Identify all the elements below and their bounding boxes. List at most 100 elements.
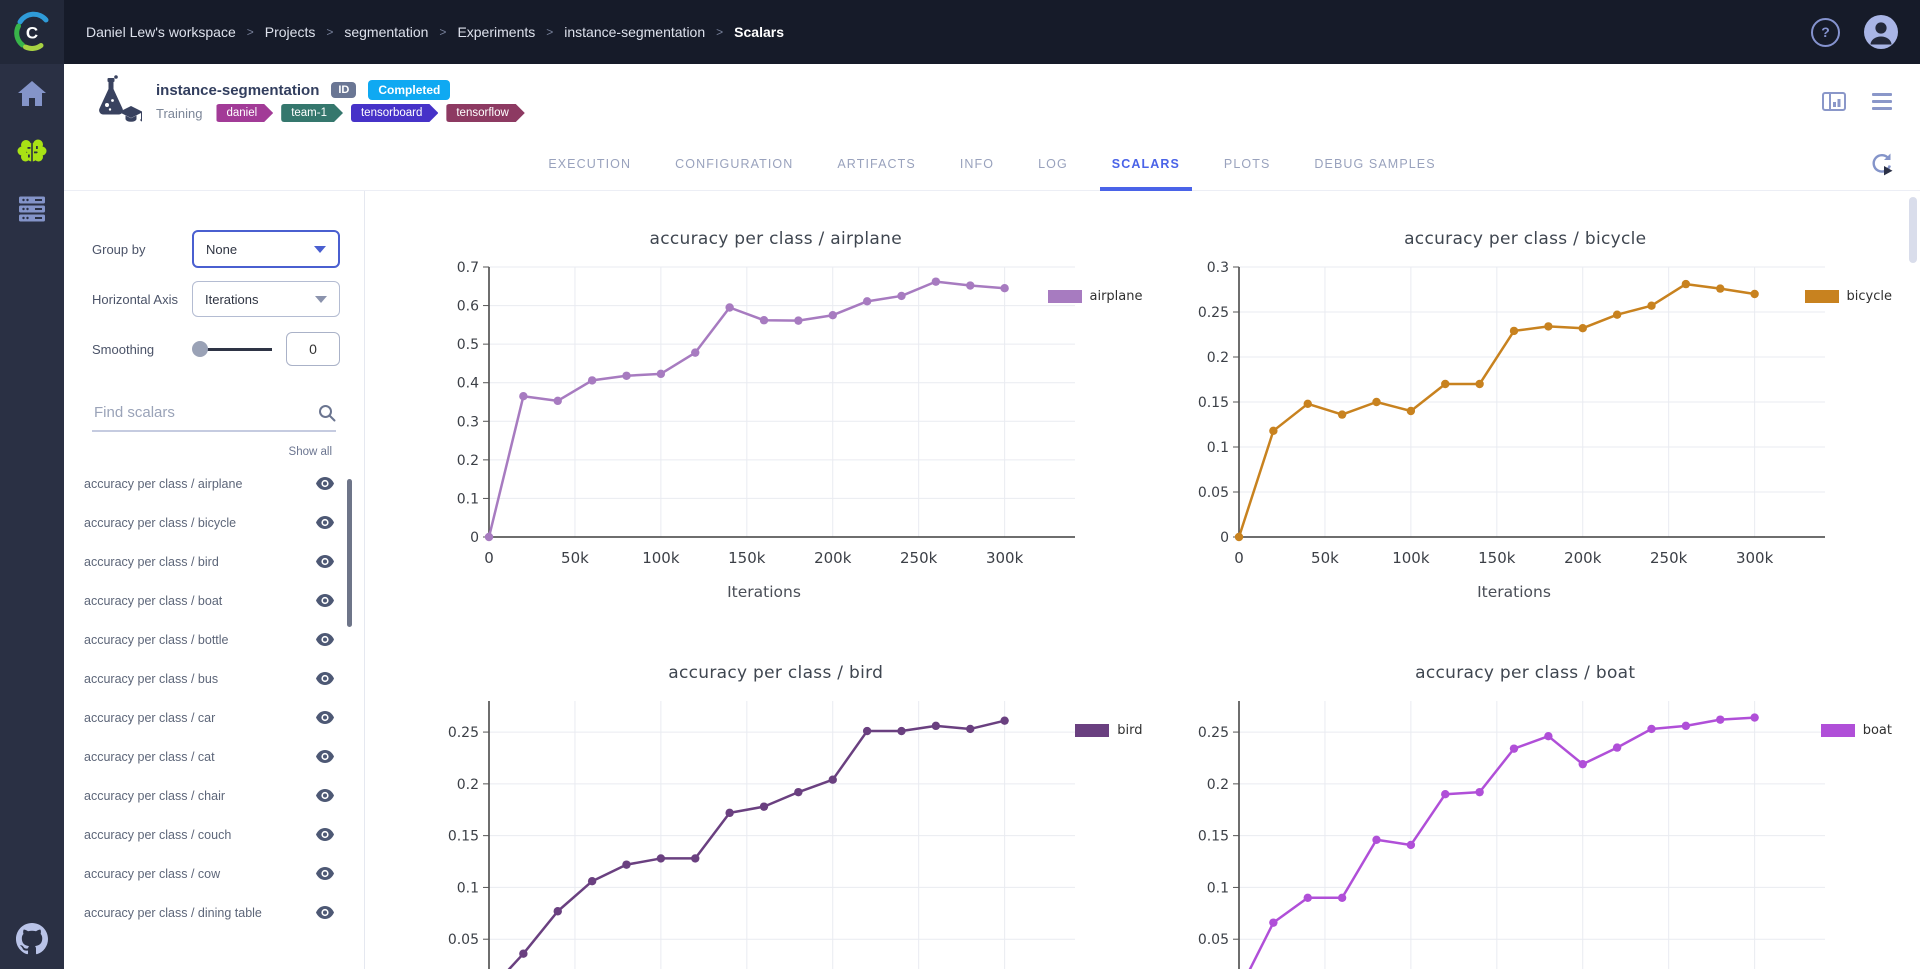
tag-tensorflow[interactable]: tensorflow xyxy=(446,104,524,122)
projects-brain-icon[interactable] xyxy=(17,137,47,166)
eye-icon[interactable] xyxy=(316,906,334,919)
tab-execution[interactable]: EXECUTION xyxy=(526,138,653,190)
brain-glyph xyxy=(17,137,47,166)
tab-log[interactable]: LOG xyxy=(1016,138,1090,190)
scalar-row-accuracy-per-class-car[interactable]: accuracy per class / car xyxy=(64,698,364,737)
eye-icon[interactable] xyxy=(316,828,334,841)
app-root: C Daniel Lew's workspace > Projects > segmen… xyxy=(0,0,1920,969)
svg-text:C: C xyxy=(26,24,38,43)
workers-queues-icon[interactable] xyxy=(18,196,46,222)
github-icon[interactable] xyxy=(16,923,48,955)
scalar-row-accuracy-per-class-dining-table[interactable]: accuracy per class / dining table xyxy=(64,893,364,932)
svg-text:0: 0 xyxy=(1234,549,1244,567)
eye-icon[interactable] xyxy=(316,555,334,568)
chart-canvas-bird[interactable]: 00.050.10.150.20.25050k100k150k200k250k3… xyxy=(427,687,1087,969)
scalar-row-accuracy-per-class-airplane[interactable]: accuracy per class / airplane xyxy=(64,464,364,503)
caret-down-icon xyxy=(315,296,327,303)
experiment-header: instance-segmentation ID Completed Train… xyxy=(64,64,1920,138)
svg-text:0.15: 0.15 xyxy=(448,829,479,845)
legend-airplane[interactable]: airplane xyxy=(1048,289,1143,304)
list-scrollbar[interactable] xyxy=(347,479,352,627)
table-view-icon[interactable] xyxy=(1822,92,1846,111)
show-all-link[interactable]: Show all xyxy=(64,446,332,458)
breadcrumb-item-daniel-lew-s-workspace[interactable]: Daniel Lew's workspace xyxy=(86,24,236,40)
smoothing-slider[interactable] xyxy=(192,341,272,357)
eye-icon[interactable] xyxy=(316,711,334,724)
group-by-select[interactable]: None xyxy=(192,230,340,268)
tab-scalars[interactable]: SCALARS xyxy=(1090,138,1202,190)
smoothing-input[interactable] xyxy=(286,332,340,366)
scalar-row-accuracy-per-class-bird[interactable]: accuracy per class / bird xyxy=(64,542,364,581)
scalar-label: accuracy per class / dining table xyxy=(84,906,262,920)
avatar[interactable] xyxy=(1864,15,1898,49)
scalar-label: accuracy per class / boat xyxy=(84,594,222,608)
breadcrumb-item-projects[interactable]: Projects xyxy=(265,24,316,40)
slider-knob[interactable] xyxy=(192,341,208,357)
svg-text:0.2: 0.2 xyxy=(1206,777,1228,793)
svg-text:250k: 250k xyxy=(900,549,938,567)
search-input[interactable] xyxy=(92,403,318,422)
scalar-label: accuracy per class / bottle xyxy=(84,633,229,647)
scalar-chart-bicycle: accuracy per class / bicycle00.050.10.15… xyxy=(1151,201,1901,605)
breadcrumb-item-experiments[interactable]: Experiments xyxy=(457,24,535,40)
scalar-row-accuracy-per-class-cow[interactable]: accuracy per class / cow xyxy=(64,854,364,893)
tag-team-1[interactable]: team-1 xyxy=(281,104,343,122)
svg-text:0.25: 0.25 xyxy=(1197,305,1228,321)
svg-text:0.1: 0.1 xyxy=(1206,440,1228,456)
breadcrumb-item-segmentation[interactable]: segmentation xyxy=(344,24,428,40)
tab-info[interactable]: INFO xyxy=(938,138,1016,190)
tag-daniel[interactable]: daniel xyxy=(216,104,273,122)
scalar-row-accuracy-per-class-boat[interactable]: accuracy per class / boat xyxy=(64,581,364,620)
breadcrumb-item-instance-segmentation[interactable]: instance-segmentation xyxy=(564,24,705,40)
tab-configuration[interactable]: CONFIGURATION xyxy=(653,138,815,190)
eye-icon[interactable] xyxy=(316,672,334,685)
chart-canvas-boat[interactable]: 00.050.10.150.20.25050k100k150k200k250k3… xyxy=(1177,687,1837,969)
scalar-row-accuracy-per-class-couch[interactable]: accuracy per class / couch xyxy=(64,815,364,854)
chart-canvas-airplane[interactable]: 00.10.20.30.40.50.60.7050k100k150k200k25… xyxy=(427,253,1087,605)
github-glyph xyxy=(16,923,48,955)
scalar-row-accuracy-per-class-chair[interactable]: accuracy per class / chair xyxy=(64,776,364,815)
eye-icon[interactable] xyxy=(316,516,334,529)
menu-icon[interactable] xyxy=(1872,93,1892,110)
chart-canvas-bicycle[interactable]: 00.050.10.150.20.250.3050k100k150k200k25… xyxy=(1177,253,1837,605)
search-icon[interactable] xyxy=(318,404,336,422)
scalar-label: accuracy per class / cat xyxy=(84,750,215,764)
tab-debug-samples[interactable]: DEBUG SAMPLES xyxy=(1292,138,1457,190)
eye-icon[interactable] xyxy=(316,750,334,763)
page-scrollbar[interactable] xyxy=(1909,197,1917,263)
eye-icon[interactable] xyxy=(316,633,334,646)
legend-boat[interactable]: boat xyxy=(1821,723,1892,738)
help-icon[interactable]: ? xyxy=(1811,18,1840,47)
tab-plots[interactable]: PLOTS xyxy=(1202,138,1293,190)
refresh-icon[interactable] xyxy=(1869,152,1894,181)
breadcrumb-separator: > xyxy=(326,25,333,39)
eye-icon[interactable] xyxy=(316,867,334,880)
scalar-label: accuracy per class / car xyxy=(84,711,215,725)
scalar-row-accuracy-per-class-bicycle[interactable]: accuracy per class / bicycle xyxy=(64,503,364,542)
breadcrumb-item-scalars: Scalars xyxy=(734,24,784,40)
group-by-value: None xyxy=(206,242,237,257)
tab-artifacts[interactable]: ARTIFACTS xyxy=(815,138,937,190)
svg-text:0.3: 0.3 xyxy=(457,414,479,430)
scalar-label: accuracy per class / bicycle xyxy=(84,516,236,530)
scalar-row-accuracy-per-class-bus[interactable]: accuracy per class / bus xyxy=(64,659,364,698)
svg-text:0: 0 xyxy=(484,549,494,567)
eye-icon[interactable] xyxy=(316,789,334,802)
svg-text:0.2: 0.2 xyxy=(1206,350,1228,366)
scalar-row-accuracy-per-class-cat[interactable]: accuracy per class / cat xyxy=(64,737,364,776)
home-icon[interactable] xyxy=(17,80,47,107)
scalar-chart-airplane: accuracy per class / airplane00.10.20.30… xyxy=(401,201,1151,605)
eye-icon[interactable] xyxy=(316,477,334,490)
tag-tensorboard[interactable]: tensorboard xyxy=(351,104,438,122)
clearml-logo[interactable]: C xyxy=(0,0,64,64)
horizontal-axis-select[interactable]: Iterations xyxy=(192,281,340,317)
breadcrumb-separator: > xyxy=(716,25,723,39)
legend-bird[interactable]: bird xyxy=(1075,723,1142,738)
eye-icon[interactable] xyxy=(316,594,334,607)
svg-text:150k: 150k xyxy=(1478,549,1516,567)
legend-label: airplane xyxy=(1090,289,1143,304)
breadcrumb-separator: > xyxy=(439,25,446,39)
legend-bicycle[interactable]: bicycle xyxy=(1805,289,1892,304)
scalar-row-accuracy-per-class-bottle[interactable]: accuracy per class / bottle xyxy=(64,620,364,659)
id-badge[interactable]: ID xyxy=(331,82,356,98)
